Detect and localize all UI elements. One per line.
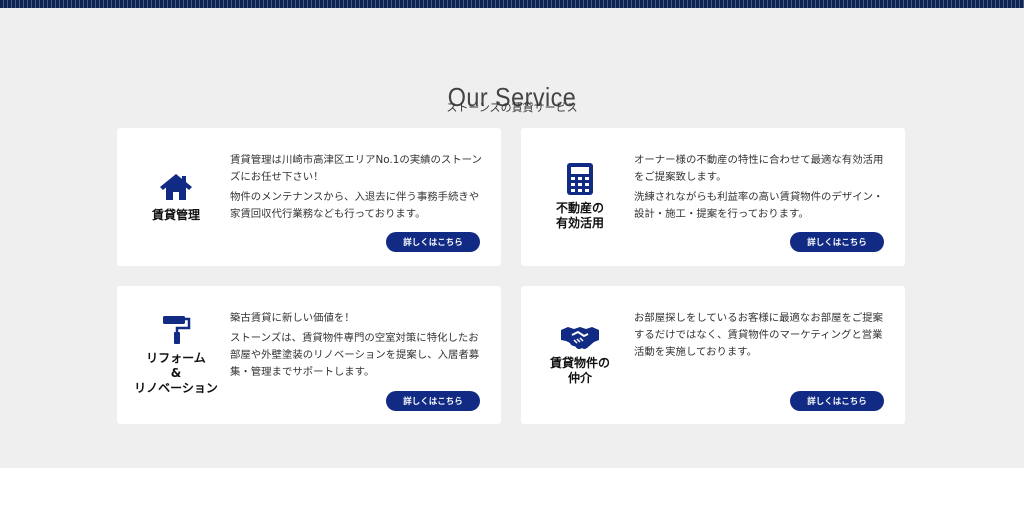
card-paragraph: オーナー様の不動産の特性に合わせて最適な有効活用をご提案致します。 xyxy=(634,154,884,183)
card-paragraph: 洗練されながらも利益率の高い賃貸物件のデザイン・設計・施工・提案を行っております… xyxy=(634,191,884,220)
handshake-icon xyxy=(561,327,599,350)
section-subtitle: ストーンズの賃貸サービス xyxy=(446,101,578,114)
card-label-area: 賃貸管理 xyxy=(117,128,235,266)
card-paragraph: ストーンズは、賃貸物件専門の空室対策に特化したお部屋や外壁塗装のリノベーションを… xyxy=(230,332,480,378)
service-card-renovation: リフォーム & リノベーション 築古賃貸に新しい価値を！ ストーンズは、賃貸物件… xyxy=(117,286,501,424)
card-label-area: 不動産の 有効活用 xyxy=(521,128,639,266)
details-button[interactable]: 詳しくはこちら xyxy=(386,232,480,252)
card-paragraph: お部屋探しをしているお客様に最適なお部屋をご提案するだけではなく、賃貸物件のマー… xyxy=(634,312,884,358)
calculator-icon xyxy=(567,163,593,195)
card-label-area: リフォーム & リノベーション xyxy=(117,286,235,424)
card-name: リフォーム & リノベーション xyxy=(134,350,218,395)
top-decorative-stripe xyxy=(0,0,1024,8)
details-button[interactable]: 詳しくはこちら xyxy=(790,232,884,252)
card-paragraph: 賃貸管理は川崎市高津区エリアNo.1の実績のストーンズにお任せ下さい！ xyxy=(230,154,482,183)
house-icon xyxy=(160,173,192,200)
card-description: オーナー様の不動産の特性に合わせて最適な有効活用をご提案致します。 洗練されなが… xyxy=(634,152,886,223)
card-name: 不動産の 有効活用 xyxy=(555,201,604,230)
card-paragraph: 物件のメンテナンスから、入退去に伴う事務手続きや家賃回収代行業務なども行っており… xyxy=(230,191,480,220)
card-label-area: 賃貸物件の 仲介 xyxy=(521,286,639,424)
card-description: お部屋探しをしているお客様に最適なお部屋をご提案するだけではなく、賃貸物件のマー… xyxy=(634,310,886,361)
card-description: 賃貸管理は川崎市高津区エリアNo.1の実績のストーンズにお任せ下さい！ 物件のメ… xyxy=(230,152,482,223)
details-button[interactable]: 詳しくはこちら xyxy=(790,391,884,411)
service-card-brokerage: 賃貸物件の 仲介 お部屋探しをしているお客様に最適なお部屋をご提案するだけではな… xyxy=(521,286,905,424)
card-paragraph: 築古賃貸に新しい価値を！ xyxy=(230,312,355,324)
details-button[interactable]: 詳しくはこちら xyxy=(386,391,480,411)
card-name: 賃貸物件の 仲介 xyxy=(549,356,610,385)
service-section: Our Service ストーンズの賃貸サービス 賃貸管理 賃貸管理は川崎市高津… xyxy=(0,8,1024,468)
service-card-rental-management: 賃貸管理 賃貸管理は川崎市高津区エリアNo.1の実績のストーンズにお任せ下さい！… xyxy=(117,128,501,266)
service-card-effective-utilization: 不動産の 有効活用 オーナー様の不動産の特性に合わせて最適な有効活用をご提案致し… xyxy=(521,128,905,266)
card-description: 築古賃貸に新しい価値を！ ストーンズは、賃貸物件専門の空室対策に特化したお部屋や… xyxy=(230,310,482,381)
paint-roller-icon xyxy=(163,315,191,344)
card-name: 賃貸管理 xyxy=(151,207,200,222)
